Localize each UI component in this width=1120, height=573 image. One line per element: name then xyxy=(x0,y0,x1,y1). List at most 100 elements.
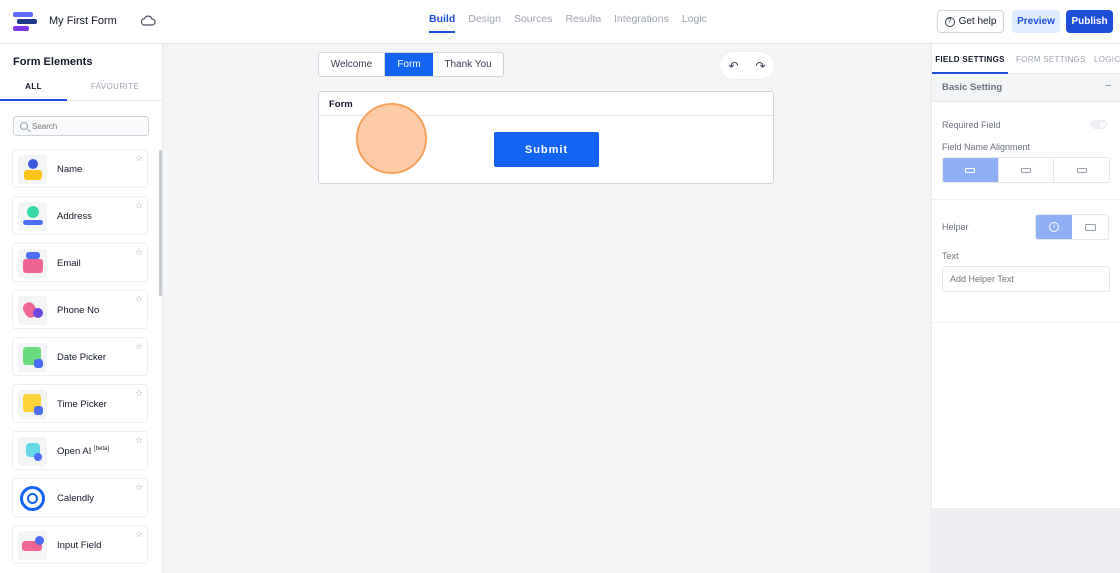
step-form[interactable]: Form xyxy=(385,53,433,76)
star-icon[interactable]: ☆ xyxy=(135,388,143,399)
tab-form-settings[interactable]: FORM SETTINGS xyxy=(1016,55,1086,64)
clock-icon xyxy=(18,390,47,419)
redo-icon[interactable]: ↷ xyxy=(755,59,765,73)
element-item-calendly[interactable]: Calendly ☆ xyxy=(12,478,148,517)
required-toggle[interactable] xyxy=(1090,120,1107,129)
tab-build[interactable]: Build xyxy=(429,13,456,33)
star-icon[interactable]: ☆ xyxy=(135,294,143,305)
collapse-icon[interactable]: – xyxy=(1105,80,1111,91)
element-label: Date Picker xyxy=(57,352,107,363)
element-label-text: Open AI xyxy=(57,446,92,458)
align-inline-button[interactable] xyxy=(1054,158,1109,182)
element-label: Time Picker xyxy=(57,399,107,410)
divider xyxy=(932,199,1120,200)
element-label: Name xyxy=(57,164,83,175)
undo-icon[interactable]: ↶ xyxy=(728,59,738,73)
divider xyxy=(932,322,1120,323)
get-help-label: Get help xyxy=(958,16,997,27)
star-icon[interactable]: ☆ xyxy=(135,247,143,258)
info-icon: i xyxy=(1049,222,1059,232)
step-tabs: Welcome Form Thank You xyxy=(318,52,504,77)
element-item-input-field[interactable]: Input Field ☆ xyxy=(12,525,148,564)
get-help-button[interactable]: ? Get help xyxy=(937,10,1004,33)
element-search[interactable] xyxy=(13,116,149,136)
align-top-button[interactable] xyxy=(943,158,999,182)
star-icon[interactable]: ☆ xyxy=(135,200,143,211)
helper-tooltip-button[interactable] xyxy=(1072,215,1108,239)
build-canvas: Welcome Form Thank You ↶ ↷ Form Submit xyxy=(163,44,931,573)
sidebar-tabs: ALL FAVOURITE xyxy=(0,78,162,101)
tab-all[interactable]: ALL xyxy=(0,82,67,101)
tab-result[interactable]: Result⧉ xyxy=(565,13,600,33)
panel-footer xyxy=(932,508,1120,573)
star-icon[interactable]: ☆ xyxy=(135,529,143,540)
calendar-icon xyxy=(18,343,47,372)
basic-setting-header[interactable]: Basic Setting – xyxy=(932,74,1120,102)
beta-badge: [beta] xyxy=(93,446,109,452)
star-icon[interactable]: ☆ xyxy=(135,482,143,493)
tab-field-settings[interactable]: FIELD SETTINGS xyxy=(932,55,1008,74)
tooltip-icon xyxy=(1084,223,1096,231)
helper-type-options: i xyxy=(1035,214,1109,240)
search-input[interactable] xyxy=(32,121,142,131)
undo-redo-group: ↶ ↷ xyxy=(720,52,774,79)
tab-sources[interactable]: Sources xyxy=(514,13,553,33)
main-nav: Build Design Sources Result⧉ Integration… xyxy=(429,13,720,33)
alignment-label: Field Name Alignment xyxy=(942,142,1031,152)
alignment-options xyxy=(942,157,1110,183)
element-item-time-picker[interactable]: Time Picker ☆ xyxy=(12,384,148,423)
cloud-save-icon[interactable] xyxy=(140,14,156,28)
form-title[interactable]: My First Form xyxy=(49,15,117,27)
external-link-icon: ⧉ xyxy=(595,15,601,24)
app-logo-icon[interactable] xyxy=(13,12,37,32)
step-thank-you[interactable]: Thank You xyxy=(433,53,503,76)
calendly-icon xyxy=(18,484,47,513)
element-item-email[interactable]: Email ☆ xyxy=(12,243,148,282)
phone-icon xyxy=(18,296,47,325)
element-label: Email xyxy=(57,258,81,269)
input-icon xyxy=(18,531,47,560)
submit-button[interactable]: Submit xyxy=(494,132,599,167)
tab-favourite[interactable]: FAVOURITE xyxy=(67,82,162,91)
element-item-open-ai[interactable]: Open AI [beta] ☆ xyxy=(12,431,148,470)
settings-tabs: FIELD SETTINGS FORM SETTINGS LOGIC xyxy=(932,44,1120,74)
sidebar-scrollbar[interactable] xyxy=(159,150,162,296)
star-icon[interactable]: ☆ xyxy=(135,435,143,446)
helper-text-input[interactable] xyxy=(942,266,1110,292)
tab-logic-settings[interactable]: LOGIC xyxy=(1094,55,1120,64)
star-icon[interactable]: ☆ xyxy=(135,153,143,164)
required-field-label: Required Field xyxy=(942,120,1001,130)
step-welcome[interactable]: Welcome xyxy=(319,53,385,76)
form-elements-sidebar: Form Elements ALL FAVOURITE Name ☆ Addre… xyxy=(0,44,163,573)
star-icon[interactable]: ☆ xyxy=(135,341,143,352)
help-circle-icon: ? xyxy=(944,16,955,27)
align-inline-icon xyxy=(1076,167,1087,173)
top-bar: My First Form Build Design Sources Resul… xyxy=(0,0,1120,44)
location-icon xyxy=(18,202,47,231)
mail-icon xyxy=(18,249,47,278)
element-list: Name ☆ Address ☆ Email ☆ Phone No ☆ Date… xyxy=(12,149,149,572)
tab-logic[interactable]: Logic xyxy=(682,13,707,33)
tab-design[interactable]: Design xyxy=(468,13,501,33)
sidebar-title: Form Elements xyxy=(13,56,93,68)
search-icon xyxy=(20,122,28,130)
basic-setting-title: Basic Setting xyxy=(942,82,1003,93)
person-icon xyxy=(18,155,47,184)
helper-info-button[interactable]: i xyxy=(1036,215,1072,239)
element-label: Address xyxy=(57,211,92,222)
preview-button[interactable]: Preview xyxy=(1012,10,1060,33)
element-item-name[interactable]: Name ☆ xyxy=(12,149,148,188)
element-item-address[interactable]: Address ☆ xyxy=(12,196,148,235)
element-item-phone[interactable]: Phone No ☆ xyxy=(12,290,148,329)
text-label: Text xyxy=(942,251,959,261)
element-label: Phone No xyxy=(57,305,100,316)
element-label: Calendly xyxy=(57,493,94,504)
settings-panel: FIELD SETTINGS FORM SETTINGS LOGIC Basic… xyxy=(931,44,1120,573)
element-item-date-picker[interactable]: Date Picker ☆ xyxy=(12,337,148,376)
robot-icon xyxy=(18,437,47,466)
align-top-icon xyxy=(965,167,976,173)
publish-button[interactable]: Publish xyxy=(1066,10,1113,33)
tab-integrations[interactable]: Integrations xyxy=(614,13,669,33)
align-left-button[interactable] xyxy=(999,158,1055,182)
helper-label: Helper xyxy=(942,222,969,232)
